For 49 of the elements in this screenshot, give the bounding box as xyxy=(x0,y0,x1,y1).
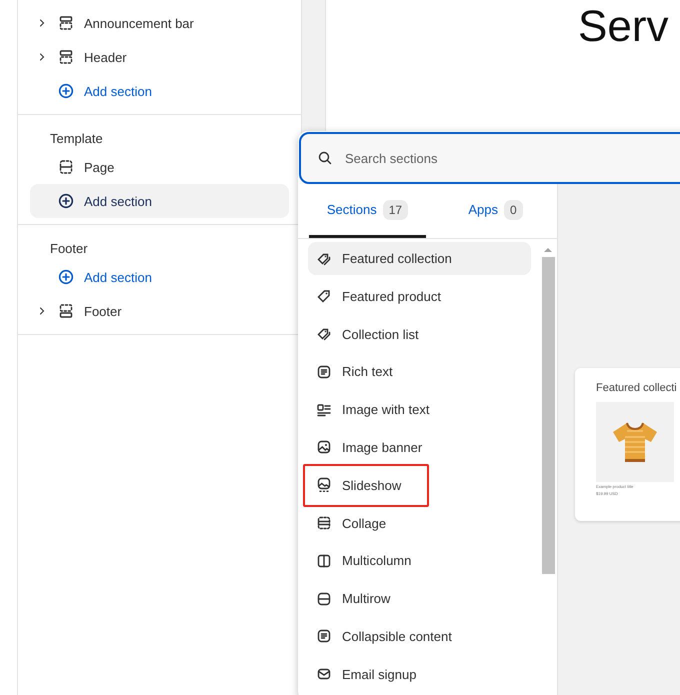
dashed-layout-icon xyxy=(58,49,74,65)
dashed-layout-icon xyxy=(58,303,74,319)
tag-icon xyxy=(316,288,332,304)
tags-icon xyxy=(316,326,332,342)
rows-icon xyxy=(316,590,332,607)
add-section-button[interactable]: Add section xyxy=(30,184,289,218)
scrollbar-thumb[interactable] xyxy=(542,257,554,574)
tab[interactable]: Apps 0 xyxy=(437,184,554,238)
section-option[interactable]: Email signup xyxy=(308,658,424,691)
slideshow-icon xyxy=(316,477,332,494)
text-lines-icon xyxy=(316,628,332,644)
plus-circle-icon xyxy=(58,269,74,285)
section-option[interactable]: Collection list xyxy=(308,318,427,351)
section-option[interactable]: Image with text xyxy=(308,393,438,426)
section-item[interactable]: Announcement bar xyxy=(30,6,289,40)
search-input[interactable]: Search sections xyxy=(343,150,680,166)
tshirt-icon xyxy=(611,420,659,464)
dashed-rows-icon xyxy=(316,515,332,532)
image-text-icon xyxy=(316,402,332,418)
dashed-layout-icon xyxy=(58,15,74,31)
plus-circle-icon xyxy=(58,193,74,209)
tab[interactable]: Sections 17 xyxy=(309,184,426,238)
image-icon xyxy=(316,439,332,456)
search-icon xyxy=(317,150,333,166)
count-badge: 0 xyxy=(504,200,523,220)
section-option[interactable]: Multicolumn xyxy=(308,544,420,578)
count-badge: 17 xyxy=(382,200,408,220)
section-option[interactable]: Image banner xyxy=(308,430,430,464)
group-title: Footer xyxy=(49,240,89,258)
section-item[interactable]: Page xyxy=(30,150,289,184)
section-item[interactable]: Footer xyxy=(30,294,289,328)
plus-circle-icon xyxy=(58,83,74,99)
card-title: Featured collecti xyxy=(596,382,678,394)
add-section-button[interactable]: Add section xyxy=(30,74,289,108)
columns-icon xyxy=(316,552,332,569)
search-field[interactable]: Search sections xyxy=(299,132,680,184)
section-option[interactable]: Collapsible content xyxy=(308,620,460,653)
section-option[interactable]: Featured collection xyxy=(308,242,531,275)
page-heading: Serv xyxy=(577,1,670,52)
section-option[interactable]: Rich text xyxy=(308,355,401,388)
group-title: Template xyxy=(49,130,104,148)
section-option[interactable]: Slideshow xyxy=(308,468,410,502)
section-option[interactable]: Featured product xyxy=(308,280,450,313)
section-item[interactable]: Header xyxy=(30,40,289,74)
dashed-layout-icon xyxy=(58,159,74,175)
section-option[interactable]: Collage xyxy=(308,506,394,540)
section-option[interactable]: Multirow xyxy=(308,582,398,616)
text-lines-icon xyxy=(316,364,332,380)
add-section-button[interactable]: Add section xyxy=(30,260,289,294)
